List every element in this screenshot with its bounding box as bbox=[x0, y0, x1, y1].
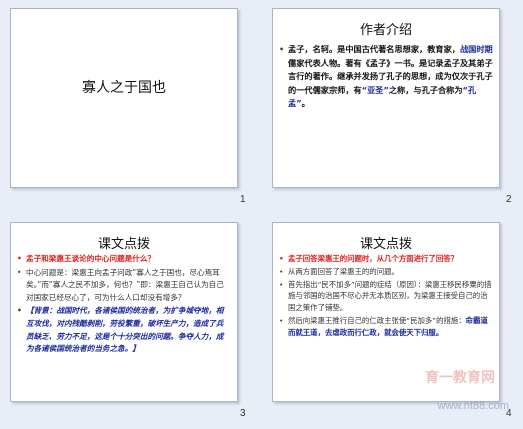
slide-4-para-1: 从两方面回答了梁惠王的的问题。 bbox=[279, 266, 493, 278]
slide-4-question: 孟子回答梁惠王的问题时，从几个方面进行了回答？ bbox=[279, 253, 493, 265]
slide-thumb-2[interactable]: 作者介绍 孟子，名轲。是中国古代著名思想家，教育家，战国时期儒家代表人物。著有《… bbox=[262, 0, 523, 214]
slide-thumb-1[interactable]: 寡人之于国也 1 bbox=[0, 0, 261, 214]
slide-1-title: 寡人之于国也 bbox=[82, 80, 166, 96]
slide-2-text-g: 。 bbox=[301, 98, 310, 109]
watermark-logo: 育一教育网 bbox=[425, 370, 495, 386]
slide-thumb-3[interactable]: 课文点拨 孟子和梁惠王谈论的中心问题是什么？ 中心问题是：梁惠王向孟子问政“寡人… bbox=[0, 214, 261, 428]
slide-number-1: 1 bbox=[240, 194, 246, 205]
watermark-url: www.ht88.com bbox=[437, 400, 509, 412]
slide-2-text-e: 之称，与孔子合称为 bbox=[388, 84, 463, 95]
slide-2-text-a: 孟子，名轲。是中国古代著名思想家，教育家， bbox=[288, 44, 460, 54]
slide-number-4: 4 bbox=[506, 408, 512, 419]
slide-3-heading: 课文点拨 bbox=[97, 237, 150, 252]
slide-4-para-3a: 然后向梁惠王推行自己的仁政主张使“民加多”的措施： bbox=[288, 315, 466, 325]
slide-3-background: 【背景：战国时代，各诸侯国的统治者，为扩争城夺地，相互攻伐，对内残酷剥削，劳役繁… bbox=[17, 305, 231, 355]
slide-3-body: 孟子和梁惠王谈论的中心问题是什么？ 中心问题是：梁惠王向孟子问政“寡人之于国也，… bbox=[17, 253, 231, 357]
slide-4-para-2: 首先指出“民不加多”问题的症结（原因）：梁惠王移民移粟的措施与邻国的治国不尽心并… bbox=[279, 279, 493, 314]
slide-4-body: 孟子回答梁惠王的问题时，从几个方面进行了回答？ 从两方面回答了梁惠王的的问题。 … bbox=[279, 253, 493, 340]
slide-2-canvas: 作者介绍 孟子，名轲。是中国古代著名思想家，教育家，战国时期儒家代表人物。著有《… bbox=[272, 8, 500, 188]
slide-thumb-4[interactable]: 课文点拨 孟子回答梁惠王的问题时，从几个方面进行了回答？ 从两方面回答了梁惠王的… bbox=[262, 214, 523, 428]
slide-2-text-d: “亚圣” bbox=[361, 84, 389, 95]
slide-3-canvas: 课文点拨 孟子和梁惠王谈论的中心问题是什么？ 中心问题是：梁惠王向孟子问政“寡人… bbox=[10, 222, 238, 402]
slide-4-heading: 课文点拨 bbox=[359, 237, 412, 252]
slide-number-2: 2 bbox=[506, 194, 512, 205]
slide-4-para-3: 然后向梁惠王推行自己的仁政主张使“民加多”的措施：命霸道而就王道，去虐政而行仁政… bbox=[279, 315, 493, 339]
slide-number-3: 3 bbox=[240, 408, 246, 419]
slide-3-para-1: 中心问题是：梁惠王向孟子问政“寡人之于国也，尽心焉耳矣。”而“寡人之民不加多，何… bbox=[17, 267, 231, 305]
slide-2-text-b: 战国时期 bbox=[459, 44, 493, 54]
slide-3-question: 孟子和梁惠王谈论的中心问题是什么？ bbox=[17, 253, 231, 266]
slide-4-canvas: 课文点拨 孟子回答梁惠王的问题时，从几个方面进行了回答？ 从两方面回答了梁惠王的… bbox=[272, 222, 500, 402]
slide-1-canvas: 寡人之于国也 bbox=[10, 8, 238, 188]
slide-2-heading: 作者介绍 bbox=[359, 23, 412, 38]
slide-2-body: 孟子，名轲。是中国古代著名思想家，教育家，战国时期儒家代表人物。著有《孟子》一书… bbox=[279, 43, 493, 112]
